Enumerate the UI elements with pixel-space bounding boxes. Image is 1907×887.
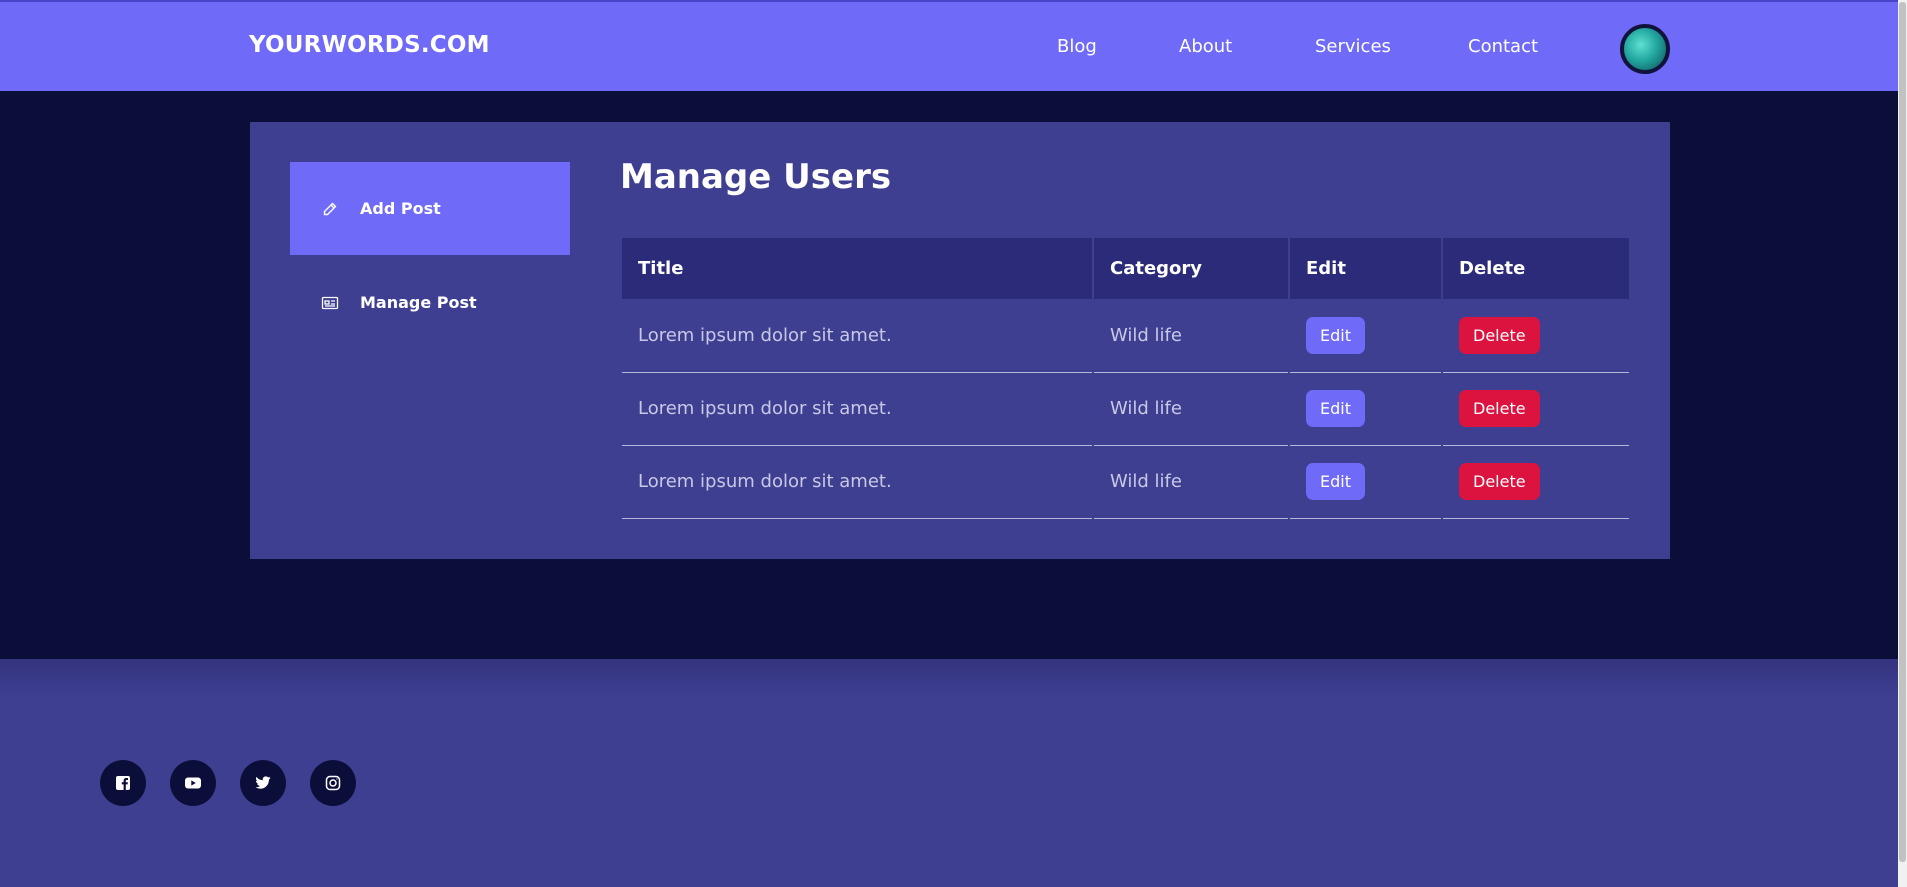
column-header-edit: Edit	[1289, 238, 1443, 299]
cell-title: Lorem ipsum dolor sit amet.	[622, 372, 1094, 446]
nav-link-about[interactable]: About	[1179, 36, 1232, 57]
nav-link-services[interactable]: Services	[1315, 36, 1391, 57]
page: YOURWORDS.COM Blog About Services Contac…	[0, 0, 1907, 887]
cell-category: Wild life	[1093, 445, 1290, 519]
column-header-title: Title	[622, 238, 1094, 299]
cell-title: Lorem ipsum dolor sit amet.	[622, 445, 1094, 519]
table-row: Lorem ipsum dolor sit amet. Wild life Ed…	[622, 445, 1629, 519]
cell-category: Wild life	[1093, 299, 1290, 373]
site-logo[interactable]: YOURWORDS.COM	[249, 32, 490, 58]
table-row: Lorem ipsum dolor sit amet. Wild life Ed…	[622, 299, 1629, 373]
sidebar-item-add-post[interactable]: Add Post	[290, 162, 570, 255]
pencil-icon	[320, 199, 340, 219]
cell-delete: Delete	[1442, 299, 1629, 373]
post-card-icon	[320, 293, 340, 313]
edit-button[interactable]: Edit	[1306, 463, 1365, 500]
table-row: Lorem ipsum dolor sit amet. Wild life Ed…	[622, 372, 1629, 446]
page-title: Manage Users	[620, 157, 892, 197]
footer	[0, 659, 1898, 887]
delete-button[interactable]: Delete	[1459, 390, 1540, 427]
user-avatar[interactable]	[1620, 24, 1670, 74]
users-table: Title Category Edit Delete Lorem ipsum d…	[622, 238, 1629, 519]
instagram-icon[interactable]	[310, 760, 356, 806]
column-header-category: Category	[1093, 238, 1290, 299]
dashboard-panel: Add Post Manage Post Manage Users Title …	[250, 122, 1670, 559]
scrollbar-thumb[interactable]	[1899, 2, 1906, 862]
top-navbar: YOURWORDS.COM Blog About Services Contac…	[0, 0, 1898, 91]
nav-link-blog[interactable]: Blog	[1057, 36, 1097, 57]
cell-edit: Edit	[1289, 299, 1443, 373]
edit-button[interactable]: Edit	[1306, 316, 1365, 354]
cell-delete: Delete	[1442, 445, 1629, 519]
social-links	[100, 760, 380, 806]
page-scrollbar[interactable]	[1898, 0, 1907, 887]
table-header-row: Title Category Edit Delete	[622, 238, 1629, 299]
delete-button[interactable]: Delete	[1459, 463, 1540, 500]
cell-category: Wild life	[1093, 372, 1290, 446]
cell-delete: Delete	[1442, 372, 1629, 446]
cell-edit: Edit	[1289, 372, 1443, 446]
edit-button[interactable]: Edit	[1306, 390, 1365, 427]
cell-edit: Edit	[1289, 445, 1443, 519]
nav-link-contact[interactable]: Contact	[1468, 36, 1538, 57]
youtube-icon[interactable]	[170, 760, 216, 806]
sidebar-item-label: Manage Post	[360, 293, 477, 312]
sidebar-item-manage-post[interactable]: Manage Post	[290, 256, 570, 349]
facebook-icon[interactable]	[100, 760, 146, 806]
sidebar-item-label: Add Post	[360, 199, 441, 218]
column-header-delete: Delete	[1442, 238, 1629, 299]
twitter-icon[interactable]	[240, 760, 286, 806]
cell-title: Lorem ipsum dolor sit amet.	[622, 299, 1094, 373]
delete-button[interactable]: Delete	[1459, 316, 1540, 354]
